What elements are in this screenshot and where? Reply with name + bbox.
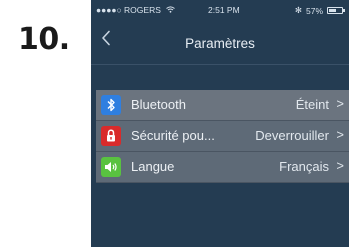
settings-row-value: Éteint [295,97,329,112]
page-title: Paramètres [185,36,255,51]
bluetooth-status-icon: ✻ [294,5,302,15]
settings-row-bluetooth[interactable]: Bluetooth Éteint > [96,90,349,121]
bluetooth-icon [101,95,121,115]
phone-screen: ●●●●○ ROGERS 2:51 PM ✻ 57% Paramètres Bl… [91,0,349,247]
lock-icon [101,126,121,146]
chevron-right-icon: > [336,96,344,111]
carrier-name: ●●●●○ ROGERS [96,5,161,15]
settings-list: Bluetooth Éteint > Sécurité pou... Dever… [96,90,349,183]
settings-row-security[interactable]: Sécurité pou... Deverrouiller > [96,121,349,152]
speaker-icon [101,157,121,177]
settings-row-label: Langue [131,159,175,174]
wifi-icon [166,6,176,13]
chevron-right-icon: > [336,127,344,142]
status-time: 2:51 PM [208,5,240,15]
settings-row-language[interactable]: Langue Français > [96,152,349,183]
settings-row-label: Sécurité pou... [131,128,215,143]
battery-percent: 57% [305,5,323,16]
status-right: ✻ 57% [294,5,345,16]
settings-row-label: Bluetooth [131,97,186,112]
settings-row-value: Français [279,159,329,174]
navigation-bar: Paramètres [91,18,349,65]
battery-level [329,9,336,12]
status-bar: ●●●●○ ROGERS 2:51 PM ✻ 57% [91,0,349,18]
settings-row-value: Deverrouiller [255,128,329,143]
carrier-label: ●●●●○ ROGERS [96,5,176,15]
battery-icon [327,7,345,14]
step-number: 10. [18,22,70,57]
chevron-right-icon: > [336,158,344,173]
instruction-page: 10. ●●●●○ ROGERS 2:51 PM ✻ 57% Paramètre… [0,0,349,247]
